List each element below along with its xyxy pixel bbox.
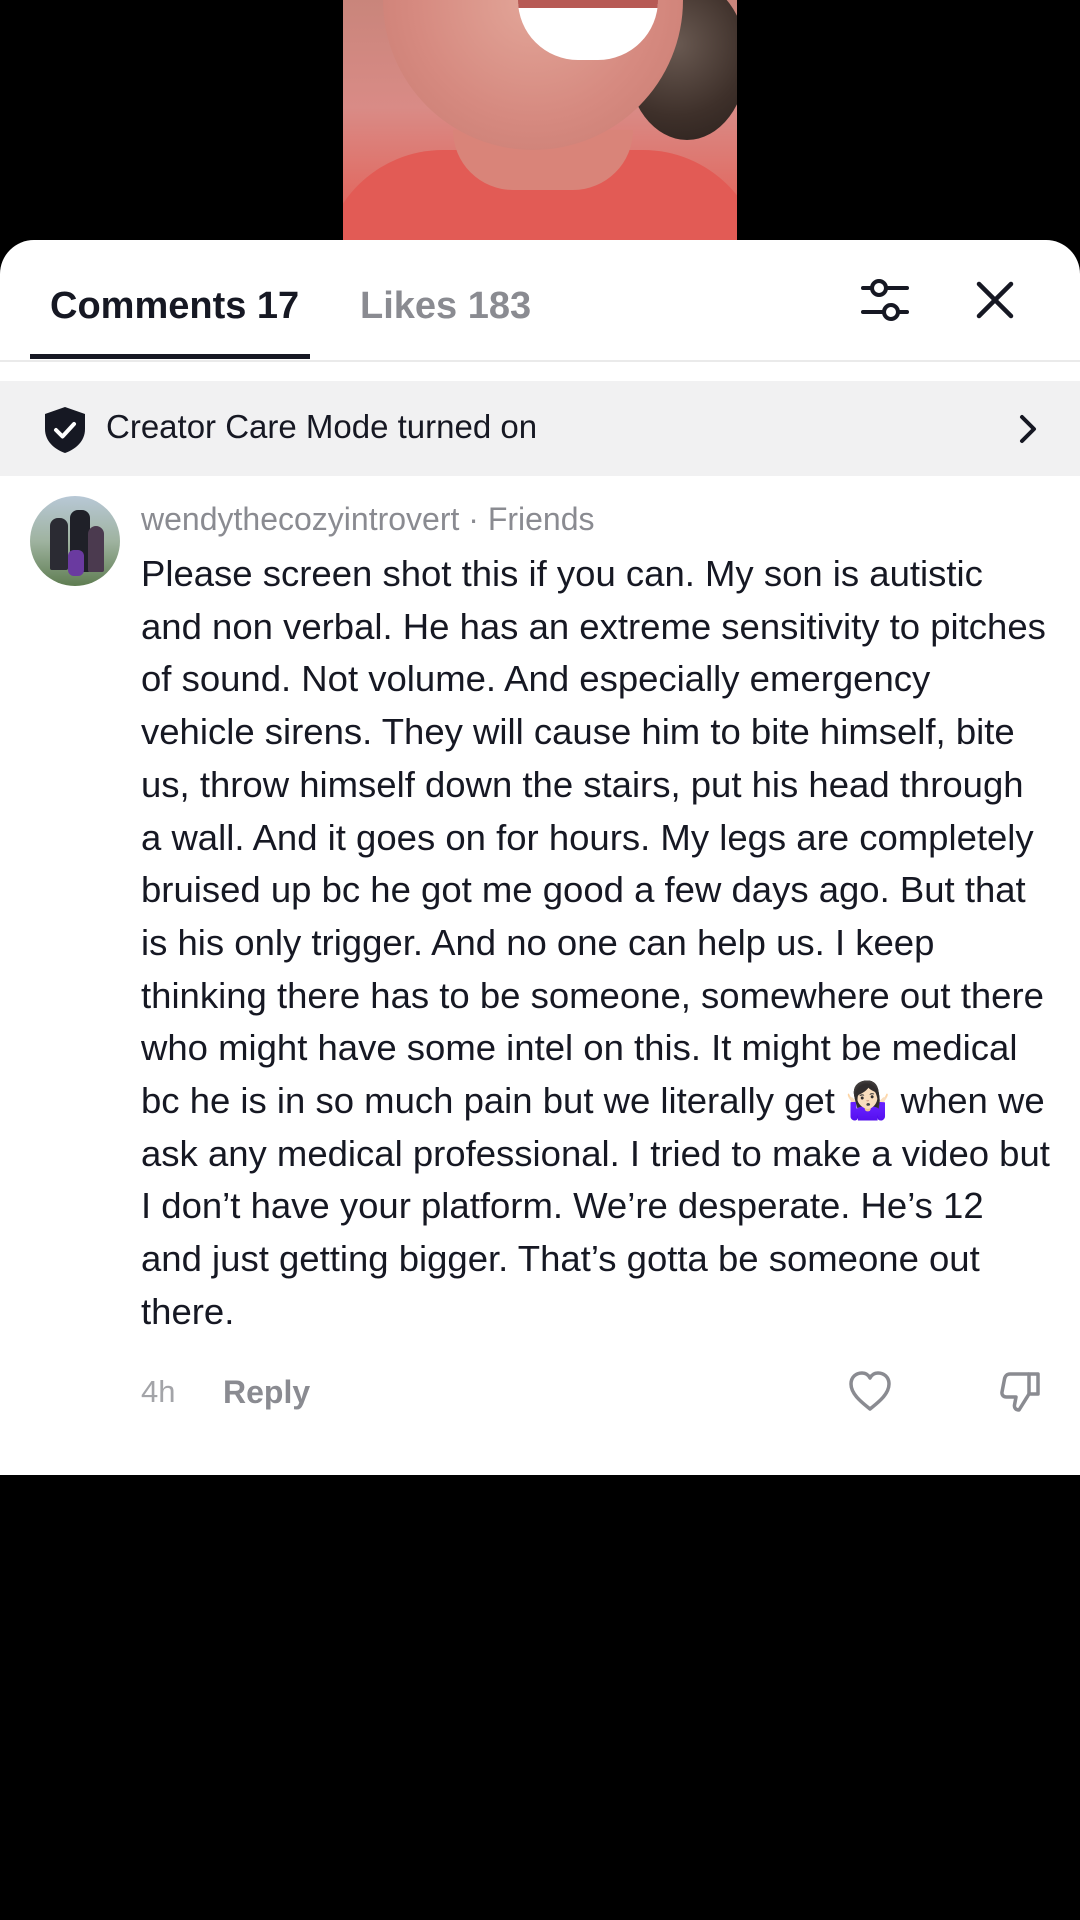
screen: Comments 17 Likes 183 Creator Care Mode … [0, 0, 1080, 1920]
avatar-figure [88, 526, 104, 572]
sliders-icon[interactable] [855, 270, 915, 330]
comment-timestamp: 4h [141, 1374, 176, 1409]
avatar-figure [50, 518, 68, 570]
thumbs-down-icon[interactable] [996, 1368, 1044, 1414]
tab-likes[interactable]: Likes 183 [360, 282, 531, 330]
shield-check-icon [42, 405, 88, 455]
comments-sheet: Comments 17 Likes 183 Creator Care Mode … [0, 240, 1080, 1475]
avatar-figure [68, 550, 84, 576]
comment-actions: 4h Reply [141, 1368, 1041, 1414]
tab-comments[interactable]: Comments 17 [50, 282, 299, 330]
smile-shape [518, 0, 658, 60]
tab-bar: Comments 17 Likes 183 [0, 240, 1080, 362]
active-tab-indicator [30, 354, 310, 359]
video-preview[interactable] [343, 0, 737, 240]
heart-outline-icon[interactable] [846, 1368, 894, 1414]
comment-username[interactable]: wendythecozyintrovert · Friends [141, 498, 595, 540]
creator-care-banner[interactable]: Creator Care Mode turned on [0, 381, 1080, 476]
comment-item: wendythecozyintrovert · Friends Please s… [0, 490, 1080, 1475]
face-shape [383, 0, 683, 150]
reply-button[interactable]: Reply [223, 1372, 310, 1412]
comment-text: Please screen shot this if you can. My s… [141, 553, 1050, 1332]
close-icon[interactable] [965, 270, 1025, 330]
creator-care-label: Creator Care Mode turned on [106, 408, 538, 445]
avatar[interactable] [30, 496, 120, 586]
chevron-right-icon [1013, 409, 1043, 449]
